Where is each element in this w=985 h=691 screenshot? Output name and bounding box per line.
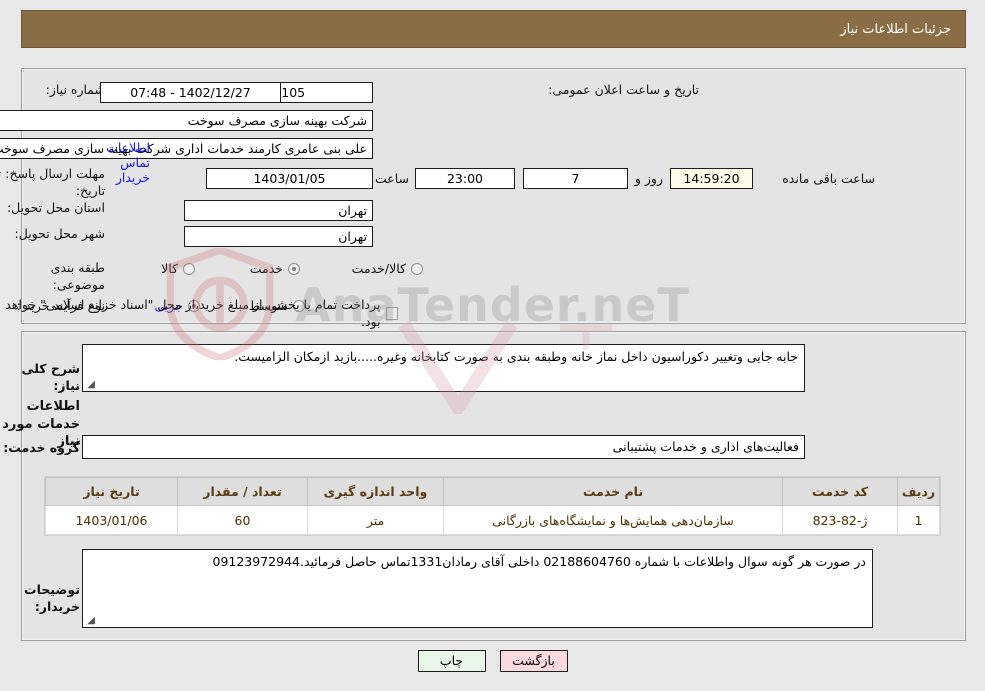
announce-label-row: تاریخ و ساعت اعلان عمومی:	[548, 82, 699, 99]
table-row: 1 ژ-82-823 سازمان‌دهی همایش‌ها و نمایشگا…	[45, 505, 940, 535]
cell-date: 1403/01/06	[45, 505, 178, 535]
announce-datetime-label: تاریخ و ساعت اعلان عمومی:	[548, 82, 699, 97]
province-row: استان محل تحویل:	[7, 200, 105, 217]
th-date: تاریخ نیاز	[45, 477, 178, 506]
services-table: ردیف کد خدمت نام خدمت واحد اندازه گیری ت…	[45, 477, 940, 535]
resize-grip-icon[interactable]: ◢	[85, 380, 95, 390]
deadline-label-row: مهلت ارسال پاسخ: تا تاریخ:	[0, 166, 105, 200]
service-group-label: گروه خدمت:	[3, 440, 80, 455]
service-group-field[interactable]: فعالیت‌های اداری و خدمات پشتیبانی	[82, 435, 805, 459]
need-desc-textarea[interactable]: جابه جایی وتغییر دکوراسیون داخل نماز خان…	[82, 344, 805, 392]
th-code: کد خدمت	[782, 477, 898, 506]
buyer-notes-label: توضیحات خریدار:	[24, 582, 80, 614]
category-option-khedmat-label: خدمت	[249, 261, 283, 276]
city-label: شهر محل تحویل:	[14, 226, 105, 241]
remaining-days-field[interactable]: 7	[523, 168, 628, 189]
deadline-time-field[interactable]: 23:00	[415, 168, 515, 189]
payment-treasury-checkbox-group[interactable]: پرداخت تمام یا بخشی از مبلغ خرید،از محل …	[0, 297, 398, 331]
category-label: طبقه بندی موضوعی:	[50, 260, 105, 292]
category-option-khedmat[interactable]: خدمت	[250, 261, 300, 278]
buyer-notes-text: در صورت هر گونه سوال واطلاعات با شماره 0…	[212, 554, 867, 569]
radio-khedmat-icon[interactable]	[288, 263, 300, 276]
need-number-label: شماره نیاز:	[45, 82, 105, 97]
category-option-kala-khedmat-label: کالا/خدمت	[351, 261, 406, 276]
cell-quantity: 60	[177, 505, 308, 535]
action-buttons: بازگشت چاپ	[0, 650, 985, 672]
radio-kala-khedmat-icon[interactable]	[411, 263, 423, 276]
province-label: استان محل تحویل:	[6, 200, 105, 215]
resize-grip-icon-notes[interactable]: ◢	[85, 616, 95, 626]
need-desc-label: شرح کلی نیاز:	[21, 361, 80, 393]
cell-code: ژ-82-823	[782, 505, 898, 535]
page-header: جزئیات اطلاعات نیاز	[21, 10, 966, 48]
days-label: روز و	[634, 171, 663, 186]
back-button[interactable]: بازگشت	[499, 650, 568, 672]
announce-datetime-field[interactable]: 1402/12/27 - 07:48	[100, 82, 281, 103]
table-header-row: ردیف کد خدمت نام خدمت واحد اندازه گیری ت…	[45, 477, 940, 506]
need-info-panel	[21, 68, 966, 324]
category-option-kala-label: کالا	[161, 261, 178, 276]
city-field[interactable]: تهران	[184, 226, 373, 247]
cell-row: 1	[897, 505, 940, 535]
cell-name: سازمان‌دهی همایش‌ها و نمایشگاه‌های بازرگ…	[443, 505, 783, 535]
page-title: جزئیات اطلاعات نیاز	[840, 21, 951, 37]
category-option-kala-khedmat[interactable]: کالا/خدمت	[352, 261, 423, 278]
th-name: نام خدمت	[443, 477, 783, 506]
deadline-date-field[interactable]: 1403/01/05	[206, 168, 373, 189]
remaining-hours-label: ساعت باقی مانده	[782, 171, 875, 186]
payment-treasury-label: پرداخت تمام یا بخشی از مبلغ خرید،از محل …	[5, 297, 381, 329]
buyer-org-field[interactable]: شرکت بهینه سازی مصرف سوخت	[0, 110, 373, 131]
need-number-row: شماره نیاز:	[46, 82, 105, 99]
remaining-time-field: 14:59:20	[670, 168, 753, 189]
need-desc-text: جابه جایی وتغییر دکوراسیون داخل نماز خان…	[234, 349, 798, 364]
province-field[interactable]: تهران	[184, 200, 373, 221]
deadline-hour-label: ساعت	[374, 171, 409, 186]
creator-field[interactable]: علی بنی عامری کارمند خدمات اداری شرکت به…	[0, 138, 373, 159]
th-unit: واحد اندازه گیری	[307, 477, 444, 506]
payment-treasury-checkbox[interactable]	[385, 307, 398, 321]
print-button[interactable]: چاپ	[417, 650, 486, 672]
category-option-kala[interactable]: کالا	[161, 261, 195, 278]
th-quantity: تعداد / مقدار	[177, 477, 308, 506]
buyer-notes-textarea[interactable]: در صورت هر گونه سوال واطلاعات با شماره 0…	[82, 549, 873, 628]
radio-kala-icon[interactable]	[183, 263, 195, 276]
th-row: ردیف	[897, 477, 940, 506]
page-root: AnaTender.neT جزئیات اطلاعات نیاز شماره …	[0, 0, 985, 691]
cell-unit: متر	[307, 505, 444, 535]
city-row: شهر محل تحویل:	[15, 226, 105, 243]
deadline-label: مهلت ارسال پاسخ: تا تاریخ:	[0, 166, 105, 198]
